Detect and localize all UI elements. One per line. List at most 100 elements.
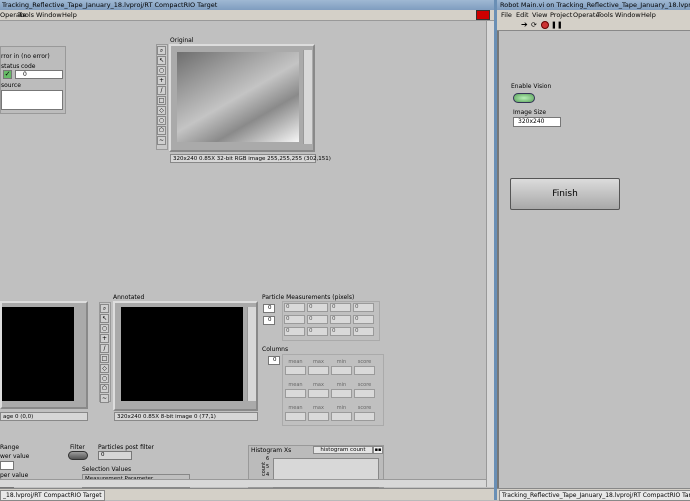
particles-post-filter-label: Particles post filter [98, 444, 155, 451]
annotated-toolbar: ⌕ ↖ ○ + / □ ◇ ○ ⬠ ~ [99, 302, 111, 403]
particle-cell: 0 [353, 327, 374, 336]
left-image-info: age 0 (0,0) [0, 412, 88, 421]
col-header-score: score [357, 359, 372, 365]
right-status-text: Tracking_Reflective_Tape_January_18.lvpr… [499, 490, 690, 501]
point-icon[interactable]: + [100, 334, 109, 343]
col-header-min: min [336, 382, 347, 388]
right-status-bar: Tracking_Reflective_Tape_January_18.lvpr… [497, 488, 690, 501]
menu-help[interactable]: Help [62, 10, 77, 20]
annotated-label: Annotated [113, 294, 145, 301]
particle-cell: 0 [353, 315, 374, 324]
row-index[interactable]: 0 [263, 304, 275, 313]
robot-main-front-panel: Enable Vision Image Size 320x240 Finish [499, 32, 690, 488]
menu-help[interactable]: Help [641, 10, 656, 20]
enable-vision-led[interactable] [513, 93, 535, 103]
y-tick: 6 [266, 456, 270, 462]
abort-icon[interactable] [541, 21, 549, 29]
legend-plot-icon[interactable]: ▪▪ [373, 446, 383, 454]
check-icon[interactable]: ✓ [3, 70, 12, 79]
enable-vision-label: Enable Vision [511, 83, 552, 90]
status-label: status [1, 63, 20, 70]
pan-icon[interactable]: ○ [100, 324, 109, 333]
annotated-image-display[interactable] [121, 307, 243, 401]
polygon-icon[interactable]: ⬠ [100, 384, 109, 393]
original-image-display[interactable] [177, 52, 299, 142]
left-horizontal-scrollbar[interactable] [0, 479, 486, 487]
upper-value-label: per value [0, 472, 29, 479]
zoom-icon[interactable]: ⌕ [157, 46, 166, 55]
rotated-rect-icon[interactable]: ◇ [100, 364, 109, 373]
columns-cell [308, 389, 329, 398]
menu-tools[interactable]: Tools [597, 10, 613, 20]
pointer-icon[interactable]: ↖ [157, 56, 166, 65]
point-icon[interactable]: + [157, 76, 166, 85]
col-header-mean: mean [288, 382, 303, 388]
particle-cell: 0 [353, 303, 374, 312]
menu-project[interactable]: Project [550, 10, 572, 20]
oval-icon[interactable]: ○ [100, 374, 109, 383]
y-tick: 4 [266, 472, 270, 478]
left-image-display[interactable] [2, 307, 74, 401]
columns-index[interactable]: 0 [268, 356, 280, 365]
col-index[interactable]: 0 [263, 316, 275, 325]
particle-cell: 0 [284, 327, 305, 336]
pan-icon[interactable]: ○ [157, 66, 166, 75]
source-label: source [1, 82, 21, 89]
source-field[interactable] [1, 90, 63, 110]
particle-cell: 0 [307, 315, 328, 324]
particle-cell: 0 [307, 303, 328, 312]
code-field[interactable]: 0 [15, 70, 63, 79]
col-header-score: score [357, 382, 372, 388]
menu-edit[interactable]: Edit [516, 10, 529, 20]
annotated-info: 320x240 0.85X 8-bit image 0 (77,1) [114, 412, 258, 421]
line-icon[interactable]: / [157, 86, 166, 95]
lower-value-field[interactable] [0, 461, 14, 470]
run-continuous-icon[interactable]: ⟳ [531, 21, 540, 29]
menu-operate[interactable]: Operate [573, 10, 599, 20]
particle-measurements-label: Particle Measurements (pixels) [262, 294, 355, 301]
columns-cell [285, 412, 306, 421]
original-info: 320x240 0.85X 32-bit RGB image 255,255,2… [170, 154, 331, 163]
image-size-field[interactable]: 320x240 [513, 117, 561, 127]
right-menubar: File Edit View Project Operate Tools Win… [497, 10, 690, 20]
rectangle-icon[interactable]: □ [100, 354, 109, 363]
menu-window[interactable]: Window [36, 10, 62, 20]
original-scrollbar[interactable] [303, 50, 312, 144]
oval-icon[interactable]: ○ [157, 116, 166, 125]
columns-cell [354, 412, 375, 421]
col-header-mean: mean [288, 359, 303, 365]
particle-cell: 0 [330, 303, 351, 312]
histogram-legend[interactable]: histogram count [313, 446, 373, 454]
freehand-icon[interactable]: ~ [100, 394, 109, 403]
line-icon[interactable]: / [100, 344, 109, 353]
filter-toggle[interactable] [68, 451, 88, 460]
particle-cell: 0 [307, 327, 328, 336]
pointer-icon[interactable]: ↖ [100, 314, 109, 323]
menu-tools[interactable]: Tools [18, 10, 34, 20]
rotated-rect-icon[interactable]: ◇ [157, 106, 166, 115]
original-frame [169, 44, 315, 152]
rectangle-icon[interactable]: □ [157, 96, 166, 105]
columns-cell [308, 412, 329, 421]
y-tick: 5 [266, 464, 270, 470]
menu-view[interactable]: View [532, 10, 547, 20]
col-header-min: min [336, 359, 347, 365]
columns-cell [331, 389, 352, 398]
finish-button[interactable]: Finish [510, 178, 620, 210]
pause-icon[interactable]: ❚❚ [551, 21, 563, 29]
range-label: Range [0, 444, 20, 451]
annotated-frame [113, 301, 258, 411]
menu-window[interactable]: Window [615, 10, 641, 20]
polygon-icon[interactable]: ⬠ [157, 126, 166, 135]
zoom-icon[interactable]: ⌕ [100, 304, 109, 313]
run-arrow-icon[interactable]: ➔ [521, 21, 530, 29]
particle-cell: 0 [284, 303, 305, 312]
filter-label: Filter [70, 444, 85, 451]
col-header-max: max [313, 359, 324, 365]
lower-value-label: wer value [0, 453, 30, 460]
left-vertical-scrollbar[interactable] [486, 21, 494, 487]
annotated-scrollbar[interactable] [247, 307, 256, 401]
freehand-icon[interactable]: ~ [157, 136, 166, 145]
right-toolbar: ➔ ⟳ ❚❚ [497, 20, 690, 31]
menu-file[interactable]: File [501, 10, 512, 20]
